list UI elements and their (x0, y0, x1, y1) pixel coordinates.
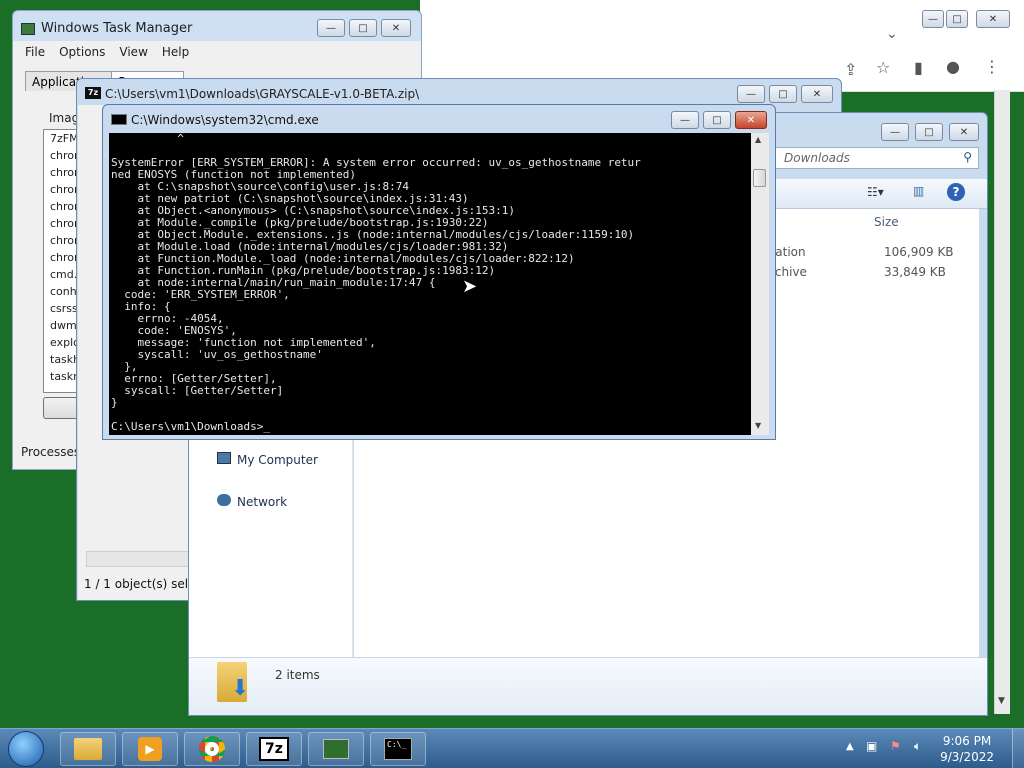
chrome-maximize-button[interactable]: □ (946, 10, 968, 28)
taskbar-task-manager[interactable] (308, 732, 364, 766)
console-text: ^ SystemError [ERR_SYSTEM_ERROR]: A syst… (111, 133, 641, 433)
taskbar: ▶ 7z C:\_ ▲ ▣ ⚑ 🔈︎ 9:06 PM 9/3/2022 (0, 728, 1024, 768)
clock[interactable]: 9:06 PM 9/3/2022 (940, 733, 994, 765)
bookmark-star-icon[interactable]: ☆ (876, 58, 890, 77)
sevenzip-close-button[interactable]: ✕ (801, 85, 833, 103)
menu-view[interactable]: View (119, 45, 147, 59)
console-scrollbar[interactable]: ▲ ▼ (751, 133, 769, 435)
taskmgr-close-button[interactable]: ✕ (381, 19, 411, 37)
search-input[interactable]: Downloads ⚲ (775, 147, 979, 169)
scroll-down-icon[interactable]: ▼ (998, 696, 1005, 706)
minimize-icon: — (746, 88, 756, 100)
cmd-maximize-button[interactable]: □ (703, 111, 731, 129)
taskbar-media-player[interactable]: ▶ (122, 732, 178, 766)
chrome-close-button[interactable]: ✕ (976, 10, 1010, 28)
profile-avatar-icon[interactable]: ● (946, 57, 960, 76)
taskmgr-minimize-button[interactable]: — (317, 19, 345, 37)
maximize-icon: □ (712, 114, 722, 126)
maximize-icon: □ (924, 126, 934, 138)
file-size: 106,909 KB (884, 245, 954, 259)
scroll-up-icon[interactable]: ▲ (755, 135, 761, 144)
download-arrow-icon: ⬇ (231, 676, 250, 701)
taskbar-7zip[interactable]: 7z (246, 732, 302, 766)
sevenzip-minimize-button[interactable]: — (737, 85, 765, 103)
show-hidden-icons-icon[interactable]: ▲ (846, 741, 854, 752)
chrome-minimize-button[interactable]: — (922, 10, 944, 28)
my-computer-icon (217, 452, 231, 464)
cmd-app-icon (111, 114, 127, 125)
menu-file[interactable]: File (25, 45, 45, 59)
close-icon: ✕ (988, 13, 998, 25)
status-processes: Processes: (21, 445, 85, 459)
horizontal-scrollbar[interactable] (86, 551, 190, 567)
show-desktop-button[interactable] (1012, 729, 1024, 768)
taskbar-chrome[interactable] (184, 732, 240, 766)
page-scrollbar[interactable]: ▼ (994, 90, 1010, 714)
taskbar-cmd[interactable]: C:\_ (370, 732, 426, 766)
sevenzip-icon: 7z (259, 737, 289, 761)
search-placeholder: Downloads (784, 151, 850, 165)
search-icon: ⚲ (963, 150, 972, 164)
clock-date: 9/3/2022 (940, 750, 994, 764)
preview-pane-icon[interactable]: ▥ (913, 184, 924, 198)
cmd-icon: C:\_ (384, 738, 412, 760)
explorer-maximize-button[interactable]: □ (915, 123, 943, 141)
start-orb-icon[interactable] (8, 731, 44, 767)
folder-icon (74, 738, 102, 760)
side-panel-icon[interactable]: ▮ (914, 58, 923, 77)
close-icon: ✕ (812, 88, 822, 100)
share-icon[interactable]: ⇪ (844, 60, 857, 79)
maximize-icon: □ (358, 22, 368, 34)
details-pane: ⬇ 2 items (189, 657, 987, 715)
scroll-down-icon[interactable]: ▼ (755, 421, 761, 430)
mouse-cursor-icon: ➤ (462, 276, 478, 297)
window-title: C:\Windows\system32\cmd.exe (131, 113, 319, 127)
column-size[interactable]: Size (874, 215, 899, 229)
minimize-icon: — (928, 13, 938, 25)
maximize-icon: □ (952, 13, 962, 25)
minimize-icon: — (680, 114, 690, 126)
menu-options[interactable]: Options (59, 45, 105, 59)
menubar: File Options View Help (13, 41, 421, 63)
minimize-icon: — (890, 126, 900, 138)
item-count: 2 items (275, 668, 320, 682)
minimize-icon: — (326, 22, 336, 34)
sevenzip-app-icon: 7z (85, 87, 101, 99)
explorer-close-button[interactable]: ✕ (949, 123, 979, 141)
window-title: Windows Task Manager (41, 21, 193, 36)
cmd-window: C:\Windows\system32\cmd.exe — □ ✕ ^ Syst… (102, 104, 776, 440)
nav-item-my-computer[interactable]: My Computer (237, 453, 318, 467)
nav-item-network[interactable]: Network (237, 495, 287, 509)
close-icon: ✕ (959, 126, 969, 138)
cmd-minimize-button[interactable]: — (671, 111, 699, 129)
sevenzip-maximize-button[interactable]: □ (769, 85, 797, 103)
clock-time: 9:06 PM (942, 734, 992, 748)
scroll-thumb[interactable] (753, 169, 766, 187)
task-manager-icon (21, 23, 35, 35)
task-manager-icon (323, 739, 349, 759)
media-player-icon: ▶ (138, 737, 162, 761)
chrome-titlebar: — □ ✕ ⌄ (420, 0, 1024, 48)
explorer-minimize-button[interactable]: — (881, 123, 909, 141)
help-icon[interactable]: ? (947, 183, 965, 201)
action-center-icon[interactable]: ⚑ (890, 739, 901, 753)
menu-dots-icon[interactable]: ⋮ (984, 57, 1000, 76)
window-title: C:\Users\vm1\Downloads\GRAYSCALE-v1.0-BE… (105, 87, 420, 101)
chrome-icon (199, 736, 225, 762)
chevron-down-icon[interactable]: ⌄ (886, 26, 898, 42)
network-icon (217, 494, 231, 506)
view-options-icon[interactable]: ☷▾ (867, 185, 884, 199)
file-size: 33,849 KB (884, 265, 946, 279)
close-icon: ✕ (746, 114, 756, 126)
network-tray-icon[interactable]: ▣ (866, 739, 877, 753)
close-icon: ✕ (391, 22, 401, 34)
cmd-close-button[interactable]: ✕ (735, 111, 767, 129)
taskmgr-maximize-button[interactable]: □ (349, 19, 377, 37)
console-output[interactable]: ^ SystemError [ERR_SYSTEM_ERROR]: A syst… (109, 133, 751, 435)
taskbar-explorer[interactable] (60, 732, 116, 766)
menu-help[interactable]: Help (162, 45, 189, 59)
maximize-icon: □ (778, 88, 788, 100)
volume-icon[interactable]: 🔈︎ (914, 739, 921, 754)
